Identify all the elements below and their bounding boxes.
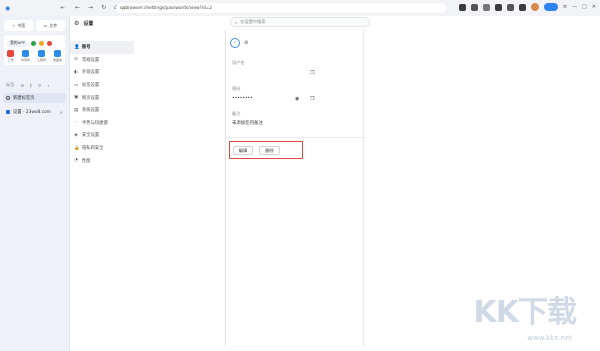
- refresh-icon[interactable]: ↻: [101, 5, 106, 11]
- sliders-icon: ⊙: [74, 57, 78, 63]
- menu-item-security[interactable]: ◈ 安全设置: [70, 129, 134, 142]
- menu-item-appearance[interactable]: ◐ 外观设置: [70, 66, 134, 79]
- delete-button[interactable]: 删除: [259, 146, 280, 155]
- browser-top-bar: ◉ ⇤ ← → ↻ ⌂ qqbrowser://settings/passwor…: [0, 0, 600, 16]
- search-icon[interactable]: ⌕: [47, 83, 49, 88]
- app-shortcut[interactable]: 中间件: [21, 50, 30, 62]
- app-shortcut[interactable]: 上网导: [37, 50, 46, 62]
- grid-icon[interactable]: ⊞: [20, 83, 24, 88]
- extension-icon[interactable]: [458, 3, 466, 11]
- menu-item-general[interactable]: ⊙ 常规设置: [70, 54, 134, 67]
- show-password-icon[interactable]: ◉: [295, 96, 299, 102]
- watermark-url: www.kkx.net: [527, 334, 572, 342]
- extension-icon[interactable]: [506, 3, 514, 11]
- collapse-sidebar-icon[interactable]: ⇤: [61, 5, 65, 11]
- avatar[interactable]: [530, 3, 539, 11]
- menu-item-privacy[interactable]: 🔒 隐私和安全: [70, 142, 134, 155]
- tag-icon: ▭: [74, 82, 79, 88]
- star-icon: ☆: [11, 23, 16, 28]
- minimize-icon[interactable]: —: [572, 4, 577, 10]
- address-bar[interactable]: qqbrowser://settings/passwords/view?id=2: [116, 3, 446, 13]
- username-label: 用户名: [232, 60, 245, 65]
- user-icon: 👤: [74, 44, 80, 50]
- site-icon: ⊘: [244, 40, 249, 46]
- address-text: qqbrowser://settings/passwords/view?id=2: [120, 5, 213, 11]
- extension-icon[interactable]: [482, 3, 490, 11]
- search-icon: ⌕: [235, 19, 238, 25]
- tab-tools: 标签 ⊞ ⫼ ⟳ ⌕: [0, 81, 69, 89]
- my-app-pill[interactable]: 我的APP: [7, 39, 28, 47]
- left-sidebar: ☆ 书签 ▭ 文件 我的APP 工作 中间件 上网导 收藏夹 标签 ⊞ ⫼ ⟳ …: [0, 16, 70, 351]
- password-detail-panel: ‹ ⊘ 用户名 ❐ 密码 •••••••• ◉ ❐ 备注 未添加任何备注: [225, 30, 365, 346]
- extension-icon[interactable]: [470, 3, 478, 11]
- maximize-icon[interactable]: □: [582, 4, 587, 10]
- app-dot-icon[interactable]: [30, 40, 36, 46]
- settings-tab-icon: [6, 110, 10, 114]
- cloud-sync-icon[interactable]: [543, 3, 558, 11]
- forward-arrow-icon[interactable]: →: [88, 5, 93, 11]
- menu-item-web[interactable]: ▣ 网页设置: [70, 91, 134, 104]
- app-shortcut[interactable]: 收藏夹: [53, 50, 62, 62]
- tabs-label: 标签: [6, 82, 15, 87]
- menu-item-account[interactable]: 👤 账号: [70, 41, 134, 54]
- sidebar-tab-new-tab[interactable]: 新建标签页: [3, 93, 66, 103]
- watermark-logo: KK下载: [473, 295, 577, 330]
- page-title: 设置: [83, 20, 94, 27]
- edit-button[interactable]: 编辑: [233, 146, 253, 155]
- menu-item-performance[interactable]: ◔ 性能: [70, 154, 134, 167]
- gear-icon: ⚙: [74, 19, 80, 27]
- sidebar-header: ◉ ⇤: [0, 0, 70, 16]
- note-label: 备注: [232, 111, 241, 116]
- app-card: 我的APP 工作 中间件 上网导 收藏夹: [4, 35, 65, 65]
- globe-icon: ▣: [74, 95, 79, 101]
- lock-icon: 🔒: [74, 145, 80, 151]
- app-dot-icon[interactable]: [38, 40, 44, 46]
- menu-item-tabs[interactable]: ▭ 标签设置: [70, 79, 134, 92]
- menu-item-gestures[interactable]: ☜ 手势与快捷键: [70, 117, 134, 130]
- settings-header: ⚙ 设置 ⌕ 在设置中搜索: [70, 16, 600, 30]
- action-buttons-highlight: 编辑 删除: [229, 141, 303, 159]
- extension-icon[interactable]: [518, 3, 526, 11]
- app-dot-icon[interactable]: [46, 40, 52, 46]
- new-tab-icon: [6, 96, 10, 100]
- search-placeholder: 在设置中搜索: [240, 19, 266, 24]
- arrow-left-icon: ‹: [233, 39, 237, 46]
- copy-username-icon[interactable]: ❐: [310, 70, 314, 76]
- back-button[interactable]: ‹: [230, 38, 240, 48]
- extension-icon[interactable]: [494, 3, 502, 11]
- menu-item-system[interactable]: ▤ 系统设置: [70, 104, 134, 117]
- menu-icon[interactable]: ≡: [563, 4, 567, 10]
- back-arrow-icon[interactable]: ←: [75, 5, 80, 11]
- divider: [226, 137, 365, 138]
- copy-password-icon[interactable]: ❐: [310, 96, 314, 102]
- monitor-icon: ▤: [74, 107, 79, 113]
- gauge-icon: ◔: [74, 158, 78, 164]
- close-tab-icon[interactable]: ✕: [60, 110, 63, 115]
- files-button[interactable]: ▭ 文件: [36, 20, 65, 31]
- bookmarks-button[interactable]: ☆ 书签: [4, 20, 33, 31]
- browser-logo-icon: ◉: [5, 4, 11, 12]
- close-icon[interactable]: ✕: [592, 4, 596, 10]
- columns-icon[interactable]: ⫼: [30, 83, 32, 88]
- refresh-icon[interactable]: ⟳: [38, 83, 42, 88]
- settings-search-input[interactable]: ⌕ 在设置中搜索: [230, 17, 370, 27]
- settings-menu: 👤 账号 ⊙ 常规设置 ◐ 外观设置 ▭ 标签设置 ▣ 网页设置 ▤ 系统设置 ☜ 手势与快捷…: [70, 41, 134, 167]
- hand-icon: ☜: [74, 120, 79, 126]
- shield-icon: ◈: [74, 132, 78, 138]
- folder-icon: ▭: [43, 23, 48, 28]
- password-field: ••••••••: [232, 96, 253, 101]
- palette-icon: ◐: [74, 69, 78, 75]
- note-value: 未添加任何备注: [232, 121, 263, 126]
- password-label: 密码: [232, 86, 241, 91]
- app-shortcut[interactable]: 工作: [7, 50, 14, 62]
- sidebar-tab-settings[interactable]: 设置 - 23wo8.com ✕: [3, 107, 66, 117]
